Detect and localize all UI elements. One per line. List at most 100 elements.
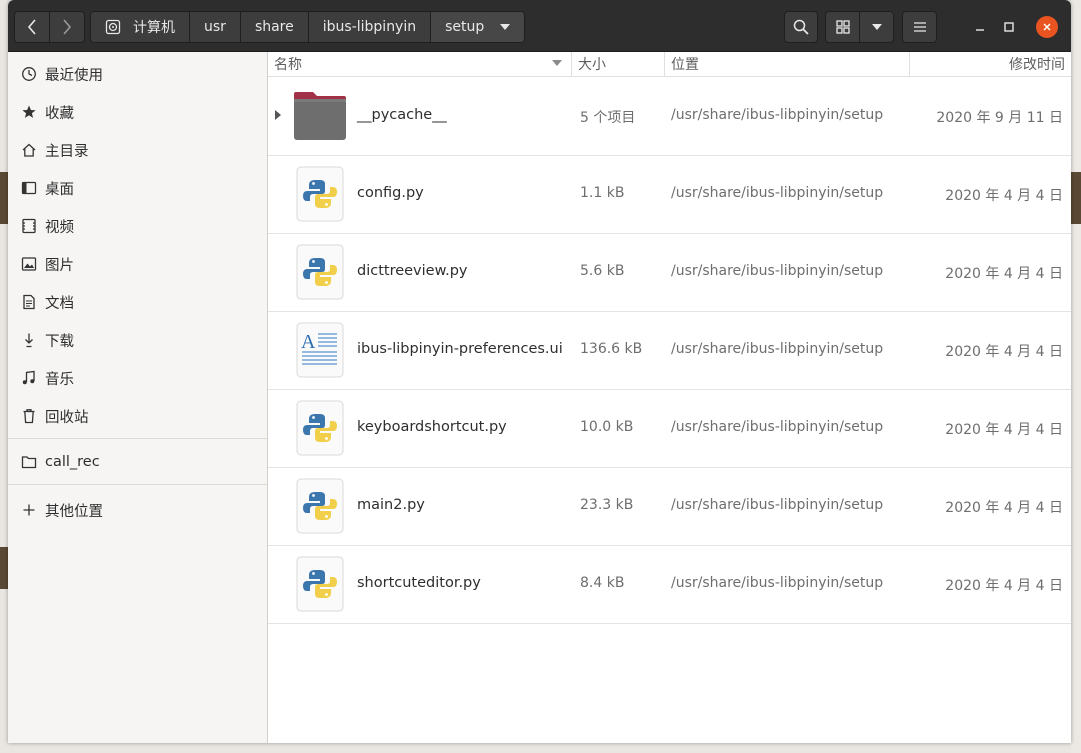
breadcrumb-label: setup [445, 19, 485, 35]
column-header-location[interactable]: 位置 [665, 52, 910, 76]
breadcrumb: 计算机 usr share ibus-libpinyin setup [90, 11, 526, 43]
caret-down-icon [500, 24, 511, 30]
search-button[interactable] [784, 11, 818, 43]
sidebar-item-documents[interactable]: 文档 [8, 284, 267, 320]
sidebar-item-label: 文档 [45, 295, 74, 312]
sidebar-item-call-rec[interactable]: call_rec [8, 444, 267, 480]
minimize-icon [976, 29, 984, 31]
maximize-icon [1004, 22, 1014, 32]
hamburger-icon [913, 22, 926, 32]
folder-icon [20, 453, 38, 471]
view-options-button[interactable] [859, 11, 894, 43]
file-size: 5.6 kB [580, 263, 625, 279]
file-location: /usr/share/ibus-libpinyin/setup [671, 185, 884, 201]
file-name: main2.py [357, 497, 425, 513]
sidebar-item-home[interactable]: 主目录 [8, 132, 267, 168]
chevron-left-icon [27, 19, 36, 35]
file-size: 136.6 kB [580, 341, 643, 357]
column-header-modified[interactable]: 修改时间 [910, 52, 1071, 76]
star-icon [20, 103, 38, 121]
search-icon [793, 19, 809, 35]
sidebar-item-downloads[interactable]: 下载 [8, 322, 267, 358]
close-icon [1043, 23, 1051, 31]
file-size: 1.1 kB [580, 185, 625, 201]
python-file-icon [296, 400, 344, 456]
file-name: ibus-libpinyin-preferences.ui [357, 341, 563, 357]
column-header-label: 修改时间 [1009, 57, 1065, 73]
breadcrumb-label: share [254, 19, 294, 35]
column-header-name[interactable]: 名称 [268, 52, 572, 76]
sidebar-item-music[interactable]: 音乐 [8, 360, 267, 396]
expander-arrow-icon[interactable] [274, 110, 282, 120]
sidebar-item-starred[interactable]: 收藏 [8, 94, 267, 130]
file-modified: 2020 年 4 月 4 日 [945, 500, 1063, 516]
file-modified: 2020 年 4 月 4 日 [945, 344, 1063, 360]
table-row[interactable]: config.py 1.1 kB /usr/share/ibus-libpiny… [268, 155, 1071, 234]
sidebar-item-label: 下载 [45, 333, 74, 350]
sidebar-separator [8, 484, 267, 485]
sidebar-item-pictures[interactable]: 图片 [8, 246, 267, 282]
breadcrumb-usr[interactable]: usr [190, 12, 241, 42]
sidebar-separator [8, 438, 267, 439]
breadcrumb-ibus-libpinyin[interactable]: ibus-libpinyin [308, 12, 432, 42]
table-row[interactable]: A ibus-libpinyin-preferences.ui 136.6 kB… [268, 311, 1071, 390]
file-modified: 2020 年 4 月 4 日 [945, 188, 1063, 204]
sidebar-item-label: 主目录 [45, 143, 89, 160]
sort-descending-icon [552, 60, 562, 66]
sidebar-item-videos[interactable]: 视频 [8, 208, 267, 244]
sidebar-item-trash[interactable]: 回收站 [8, 398, 267, 434]
file-location: /usr/share/ibus-libpinyin/setup [671, 419, 884, 435]
table-row[interactable]: keyboardshortcut.py 10.0 kB /usr/share/i… [268, 389, 1071, 468]
python-file-icon [296, 556, 344, 612]
file-modified: 2020 年 4 月 4 日 [945, 422, 1063, 438]
file-modified: 2020 年 9 月 11 日 [936, 110, 1063, 126]
disk-icon [105, 19, 121, 35]
sidebar-item-label: 回收站 [45, 409, 89, 426]
breadcrumb-label: usr [204, 19, 226, 35]
music-icon [20, 369, 38, 387]
back-button[interactable] [14, 11, 50, 43]
table-row[interactable]: main2.py 23.3 kB /usr/share/ibus-libpiny… [268, 467, 1071, 546]
file-name: config.py [357, 185, 424, 201]
sidebar-item-desktop[interactable]: 桌面 [8, 170, 267, 206]
plus-icon [20, 501, 38, 519]
python-file-icon [296, 166, 344, 222]
file-location: /usr/share/ibus-libpinyin/setup [671, 575, 884, 591]
forward-button[interactable] [49, 11, 85, 43]
background-window-strip [0, 547, 8, 589]
sidebar-item-other-locations[interactable]: 其他位置 [8, 492, 267, 528]
sidebar-item-recent[interactable]: 最近使用 [8, 56, 267, 92]
header-bar: 计算机 usr share ibus-libpinyin setup [8, 0, 1071, 52]
breadcrumb-computer[interactable]: 计算机 [91, 12, 190, 42]
breadcrumb-share[interactable]: share [240, 12, 309, 42]
file-name: __pycache__ [357, 107, 447, 123]
file-size: 10.0 kB [580, 419, 634, 435]
sidebar: 最近使用 收藏 主目录 桌面 视频 图片 文档 下载 音乐 回收站 call_r… [8, 52, 268, 743]
file-location: /usr/share/ibus-libpinyin/setup [671, 497, 884, 513]
file-size: 8.4 kB [580, 575, 625, 591]
breadcrumb-setup[interactable]: setup [431, 12, 525, 42]
menu-button[interactable] [902, 11, 937, 43]
picture-icon [20, 255, 38, 273]
background-window-strip [0, 172, 8, 224]
document-icon [20, 293, 38, 311]
file-name: shortcuteditor.py [357, 575, 481, 591]
sidebar-item-label: 收藏 [45, 105, 74, 122]
close-button[interactable] [1036, 16, 1058, 38]
table-row[interactable]: __pycache__ 5 个项目 /usr/share/ibus-libpin… [268, 77, 1071, 156]
maximize-button[interactable] [998, 16, 1020, 38]
table-row[interactable]: dicttreeview.py 5.6 kB /usr/share/ibus-l… [268, 233, 1071, 312]
file-name: dicttreeview.py [357, 263, 468, 279]
desktop-background [1071, 0, 1081, 753]
sidebar-item-label: 视频 [45, 219, 74, 236]
minimize-button[interactable] [969, 16, 991, 38]
table-row[interactable]: shortcuteditor.py 8.4 kB /usr/share/ibus… [268, 545, 1071, 624]
column-header-size[interactable]: 大小 [572, 52, 665, 76]
file-location: /usr/share/ibus-libpinyin/setup [671, 341, 884, 357]
python-file-icon [296, 244, 344, 300]
caret-down-icon [871, 24, 882, 30]
file-size: 23.3 kB [580, 497, 634, 513]
sidebar-item-label: 最近使用 [45, 67, 103, 84]
view-mode-button[interactable] [825, 11, 860, 43]
breadcrumb-label: ibus-libpinyin [322, 19, 417, 35]
